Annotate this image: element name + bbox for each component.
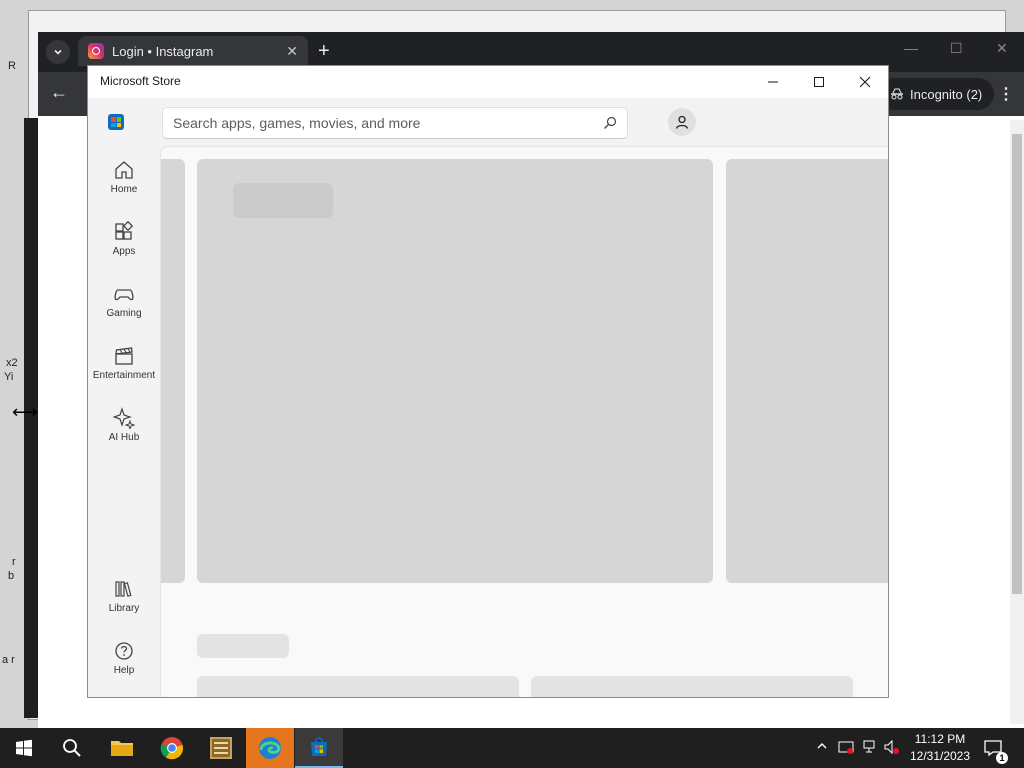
nav-item-ai-hub[interactable]: AI Hub xyxy=(88,396,160,454)
chrome-icon xyxy=(160,737,184,760)
desktop-edge-text: r xyxy=(12,556,16,568)
taskbar-search-button[interactable] xyxy=(48,728,96,768)
chevron-up-icon xyxy=(817,743,827,749)
show-hidden-icons-button[interactable] xyxy=(816,739,828,755)
person-icon xyxy=(675,115,689,129)
maximize-button[interactable] xyxy=(796,66,842,98)
maximize-icon xyxy=(814,77,824,87)
clock-date: 12/31/2023 xyxy=(909,749,971,763)
chevron-down-icon xyxy=(54,49,62,55)
folder-icon xyxy=(111,741,133,756)
search-icon[interactable] xyxy=(603,116,617,130)
minimize-icon xyxy=(768,81,778,83)
nav-label-entertainment: Entertainment xyxy=(92,370,156,381)
chrome-taskbar-button[interactable] xyxy=(148,728,196,768)
nav-item-entertainment[interactable]: Entertainment xyxy=(88,334,160,392)
close-icon xyxy=(859,76,871,88)
nav-label-ai-hub: AI Hub xyxy=(108,432,140,443)
search-icon xyxy=(63,739,81,757)
speaker-muted-icon xyxy=(884,739,899,755)
nav-label-gaming: Gaming xyxy=(106,308,142,319)
chrome-minimize-button[interactable]: — xyxy=(904,40,918,56)
tab-close-icon[interactable]: ✕ xyxy=(286,43,298,60)
section-card-placeholder[interactable] xyxy=(531,676,853,697)
security-tray-icon[interactable] xyxy=(838,739,854,758)
edge-taskbar-button[interactable] xyxy=(246,728,294,768)
store-titlebar: Microsoft Store xyxy=(88,66,888,98)
main-content xyxy=(160,146,888,697)
search-input[interactable] xyxy=(173,115,603,131)
minimize-button[interactable] xyxy=(750,66,796,98)
chrome-maximize-button[interactable]: ☐ xyxy=(950,40,963,57)
volume-tray-icon[interactable] xyxy=(884,739,900,758)
hero-prev-card-placeholder[interactable] xyxy=(161,159,185,583)
hero-card-placeholder[interactable] xyxy=(197,159,713,583)
apps-icon xyxy=(115,221,134,240)
shield-icon xyxy=(838,741,854,754)
edge-icon xyxy=(259,737,281,759)
desktop-edge-text: Yi xyxy=(4,371,14,383)
close-button[interactable] xyxy=(842,66,888,98)
left-navigation: Home Apps Gaming Entertainment AI Hub Li… xyxy=(88,148,160,697)
nav-item-apps[interactable]: Apps xyxy=(88,210,160,268)
library-icon xyxy=(115,581,132,597)
nav-item-help[interactable]: Help xyxy=(88,629,160,687)
section-card-placeholder[interactable] xyxy=(197,676,519,697)
desktop-edge-text: x2 xyxy=(6,357,18,369)
clock-time: 11:12 PM xyxy=(914,732,966,746)
start-button[interactable] xyxy=(0,728,48,768)
desktop-edge-text: b xyxy=(8,570,15,582)
hero-next-card-placeholder[interactable] xyxy=(726,159,888,583)
nav-label-help: Help xyxy=(113,665,135,676)
chrome-close-button[interactable]: ✕ xyxy=(996,40,1008,57)
microsoft-store-window: Microsoft Store Home Apps Gaming xyxy=(87,65,889,698)
notification-count-badge: 1 xyxy=(996,752,1008,764)
instagram-icon xyxy=(88,43,104,59)
search-box[interactable] xyxy=(162,107,628,139)
nav-item-gaming[interactable]: Gaming xyxy=(88,272,160,330)
network-tray-icon[interactable] xyxy=(862,739,878,758)
clapperboard-icon xyxy=(115,347,133,365)
chrome-tab-instagram[interactable]: Login • Instagram ✕ xyxy=(78,36,308,66)
window-title: Microsoft Store xyxy=(100,74,181,88)
new-tab-button[interactable]: + xyxy=(318,40,330,63)
hero-title-placeholder xyxy=(233,183,333,218)
taskbar-clock[interactable]: 11:12 PM 12/31/2023 xyxy=(904,731,976,765)
dosbox-icon xyxy=(210,737,232,759)
back-button[interactable]: ← xyxy=(50,82,68,103)
help-icon xyxy=(115,642,133,660)
network-icon xyxy=(863,740,875,753)
section-title-placeholder xyxy=(197,634,289,658)
nav-label-home: Home xyxy=(110,184,138,195)
nav-label-library: Library xyxy=(108,603,140,614)
nav-item-library[interactable]: Library xyxy=(88,567,160,625)
resize-cursor-icon: ⟷ xyxy=(12,402,38,422)
nav-label-apps: Apps xyxy=(112,246,136,257)
tab-title: Login • Instagram xyxy=(112,43,214,59)
nav-item-home[interactable]: Home xyxy=(88,148,160,206)
account-button[interactable] xyxy=(668,108,696,136)
gamepad-icon xyxy=(114,289,134,301)
chrome-menu-button[interactable]: ⋮ xyxy=(998,84,1014,104)
tab-search-button[interactable] xyxy=(46,40,70,64)
incognito-icon xyxy=(891,88,903,100)
chrome-scrollbar-thumb[interactable] xyxy=(1012,134,1022,594)
file-explorer-button[interactable] xyxy=(98,728,146,768)
home-icon xyxy=(115,161,133,179)
desktop-edge-text: R xyxy=(8,60,16,72)
dosbox-taskbar-button[interactable] xyxy=(197,728,245,768)
sparkle-icon xyxy=(113,407,135,429)
incognito-label: Incognito (2) xyxy=(910,86,983,102)
incognito-badge[interactable]: Incognito (2) xyxy=(878,78,995,110)
desktop-edge-text: a r xyxy=(2,654,15,666)
windows-logo-icon xyxy=(16,739,32,757)
microsoft-store-logo-icon xyxy=(108,114,124,130)
microsoft-store-icon xyxy=(311,737,327,756)
store-taskbar-button[interactable] xyxy=(295,728,343,768)
